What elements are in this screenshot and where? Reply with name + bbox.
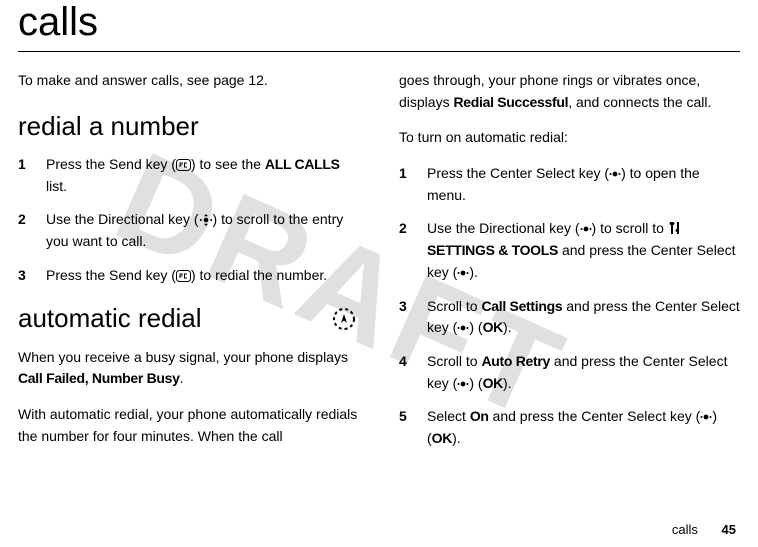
list-item: 1 Press the Send key ( ) to see the ALL C… (18, 154, 359, 197)
step-body: Use the Directional key () to scroll to … (427, 218, 740, 283)
list-item: 4 Scroll to Auto Retry and press the Cen… (399, 351, 740, 394)
text: ). (469, 264, 478, 280)
text: ) ( (469, 375, 482, 391)
ok-label: OK (432, 430, 452, 446)
ok-label: OK (483, 375, 503, 391)
text: Press the Send key ( (46, 156, 176, 172)
auto-p3: goes through, your phone rings or vibrat… (399, 70, 740, 113)
center-select-icon (700, 411, 712, 423)
footer-label: calls (672, 522, 698, 537)
list-item: 3 Press the Send key ( ) to redial the nu… (18, 265, 359, 287)
step-body: Select On and press the Center Select ke… (427, 406, 740, 449)
bold-text: ALL CALLS (265, 156, 340, 172)
center-select-icon (580, 223, 592, 235)
text: , and connects the call. (568, 94, 711, 110)
step-body: Scroll to Call Settings and press the Ce… (427, 296, 740, 339)
page-footer: calls 45 (672, 522, 736, 537)
column-right: goes through, your phone rings or vibrat… (399, 70, 740, 462)
column-left: To make and answer calls, see page 12. r… (18, 70, 359, 462)
bold-text: SETTINGS & TOOLS (427, 242, 558, 258)
text: list. (46, 178, 67, 194)
text: ) to redial the number. (191, 267, 327, 283)
step-number: 2 (399, 218, 427, 283)
auto-p2: With automatic redial, your phone automa… (18, 404, 359, 447)
text: Press the Send key ( (46, 267, 176, 283)
title-rule (18, 51, 740, 52)
send-key-icon (176, 270, 191, 282)
intro-text: To make and answer calls, see page 12. (18, 70, 359, 92)
page-title: calls (18, 0, 740, 45)
bold-text: Auto Retry (481, 353, 550, 369)
auto-steps: 1 Press the Center Select key () to open… (399, 163, 740, 450)
bold-text: On (470, 408, 489, 424)
step-body: Press the Send key ( ) to see the ALL CAL… (46, 154, 359, 197)
list-item: 3 Scroll to Call Settings and press the … (399, 296, 740, 339)
auto-p1: When you receive a busy signal, your pho… (18, 347, 359, 390)
text: Scroll to (427, 353, 481, 369)
list-item: 2 Use the Directional key ( ) to scroll t… (399, 218, 740, 283)
step-number: 5 (399, 406, 427, 449)
text: Select (427, 408, 470, 424)
settings-tools-icon (668, 221, 680, 235)
send-key-icon (176, 159, 191, 171)
directional-key-icon (199, 214, 213, 226)
bold-text: Call Failed, Number Busy (18, 370, 180, 386)
step-body: Press the Send key ( ) to redial the numb… (46, 265, 359, 287)
text: ). (503, 375, 512, 391)
step-number: 3 (18, 265, 46, 287)
step-number: 2 (18, 209, 46, 252)
text: . (180, 370, 184, 386)
center-select-icon (457, 322, 469, 334)
step-number: 1 (18, 154, 46, 197)
text: Press the Center Select key ( (427, 165, 609, 181)
heading-redial: redial a number (18, 106, 359, 146)
text: ). (503, 319, 512, 335)
heading-auto-redial: automatic redial (18, 298, 202, 338)
text: ) to scroll to (592, 220, 668, 236)
text: and press the Center Select key ( (489, 408, 701, 424)
step-body: Scroll to Auto Retry and press the Cente… (427, 351, 740, 394)
auto-redial-icon (329, 304, 359, 334)
center-select-icon (457, 378, 469, 390)
footer-page-number: 45 (722, 522, 736, 537)
text: When you receive a busy signal, your pho… (18, 349, 348, 365)
redial-steps: 1 Press the Send key ( ) to see the ALL C… (18, 154, 359, 286)
text: ) ( (469, 319, 482, 335)
bold-text: Call Settings (481, 298, 562, 314)
step-number: 3 (399, 296, 427, 339)
center-select-icon (609, 168, 621, 180)
center-select-icon (457, 267, 469, 279)
text: Use the Directional key ( (427, 220, 580, 236)
list-item: 5 Select On and press the Center Select … (399, 406, 740, 449)
two-column-body: To make and answer calls, see page 12. r… (18, 70, 740, 462)
bold-text: Redial Successful (453, 94, 568, 110)
step-number: 4 (399, 351, 427, 394)
text: Use the Directional key ( (46, 211, 199, 227)
list-item: 2 Use the Directional key () to scroll t… (18, 209, 359, 252)
ok-label: OK (483, 319, 503, 335)
text: ) to see the (191, 156, 265, 172)
step-body: Press the Center Select key () to open t… (427, 163, 740, 206)
text: Scroll to (427, 298, 481, 314)
step-number: 1 (399, 163, 427, 206)
list-item: 1 Press the Center Select key () to open… (399, 163, 740, 206)
step-body: Use the Directional key () to scroll to … (46, 209, 359, 252)
auto-p4: To turn on automatic redial: (399, 127, 740, 149)
text: ). (452, 430, 461, 446)
